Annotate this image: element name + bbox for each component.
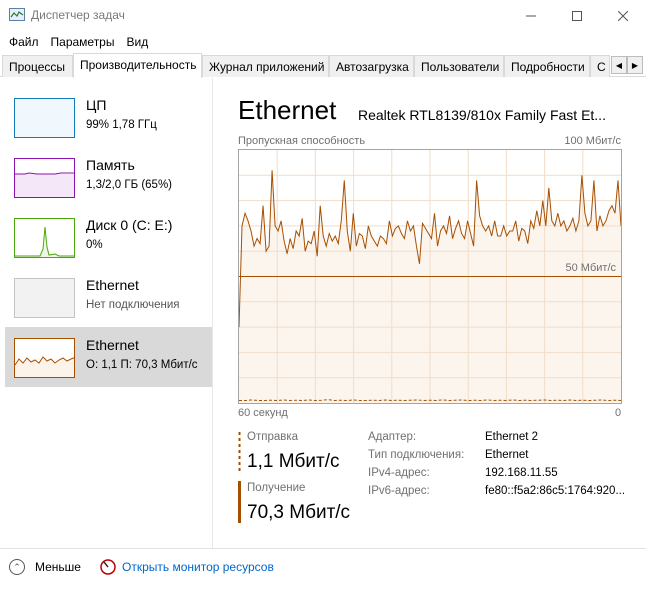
- tab-details[interactable]: Подробности: [504, 55, 590, 77]
- ethernet-sparkline: [15, 356, 74, 377]
- tab-app-history[interactable]: Журнал приложений: [202, 55, 329, 77]
- receive-indicator: [238, 481, 241, 523]
- sidebar-item-detail: 99% 1,78 ГГц: [86, 119, 157, 131]
- sidebar-item-detail: 0%: [86, 239, 103, 251]
- open-resource-monitor-link[interactable]: Открыть монитор ресурсов: [100, 559, 274, 575]
- disk-sparkline: [15, 226, 74, 257]
- send-indicator: [238, 432, 241, 472]
- menu-view[interactable]: Вид: [120, 35, 154, 49]
- fewer-details-label: Меньше: [35, 560, 81, 574]
- tab-processes[interactable]: Процессы: [2, 55, 73, 77]
- tab-users[interactable]: Пользователи: [414, 55, 504, 77]
- memory-sparkline: [15, 172, 74, 197]
- sidebar-item-ethernet-active[interactable]: Ethernet О: 1,1 П: 70,3 Мбит/с: [5, 327, 212, 387]
- graph-title: Пропускная способность: [238, 135, 366, 147]
- menu-bar: Файл Параметры Вид: [0, 31, 646, 53]
- ethernet-thumbnail: [14, 338, 75, 378]
- tab-scroll-right-button[interactable]: ▶: [627, 56, 643, 74]
- sidebar-item-ethernet-disconnected[interactable]: Ethernet Нет подключения: [5, 267, 212, 327]
- sidebar-item-name: Диск 0 (C: E:): [86, 217, 173, 233]
- sidebar-item-disk[interactable]: Диск 0 (C: E:) 0%: [5, 207, 212, 267]
- open-resource-monitor-label: Открыть монитор ресурсов: [122, 560, 274, 574]
- minimize-button[interactable]: [508, 0, 554, 31]
- connection-type-label: Тип подключения:: [368, 449, 465, 461]
- chevron-up-circle-icon: ⌃: [9, 559, 25, 575]
- throughput-chart: [238, 150, 622, 403]
- close-icon: [618, 10, 628, 21]
- maximize-button[interactable]: [554, 0, 600, 31]
- graph-max-label: 100 Мбит/с: [564, 135, 621, 147]
- adapter-value: Ethernet 2: [485, 431, 539, 443]
- receive-label: Получение: [247, 482, 306, 494]
- send-label: Отправка: [247, 431, 299, 443]
- adapter-name: Realtek RTL8139/810x Family Fast Et...: [358, 107, 606, 123]
- menu-options[interactable]: Параметры: [45, 35, 121, 49]
- ethernet-thumbnail: [14, 278, 75, 318]
- minimize-icon: [526, 15, 536, 16]
- close-button[interactable]: [600, 0, 646, 31]
- throughput-graph: 50 Мбит/с: [238, 149, 622, 404]
- graph-time-right: 0: [615, 407, 622, 419]
- memory-thumbnail: [14, 158, 75, 198]
- graph-mid-label: 50 Мбит/с: [565, 262, 617, 274]
- window-title: Диспетчер задач: [31, 8, 125, 22]
- tab-services[interactable]: С: [590, 55, 610, 77]
- disk-thumbnail: [14, 218, 75, 258]
- resource-sidebar: ЦП 99% 1,78 ГГц Память 1,3/2,0 ГБ (65%) …: [0, 78, 213, 548]
- tab-performance[interactable]: Производительность: [73, 53, 202, 78]
- sidebar-item-name: Ethernet: [86, 337, 139, 353]
- fewer-details-button[interactable]: ⌃ Меньше: [9, 559, 81, 575]
- title-bar[interactable]: Диспетчер задач: [0, 0, 646, 31]
- cpu-thumbnail: [14, 98, 75, 138]
- menu-file[interactable]: Файл: [3, 35, 45, 49]
- ipv6-value: fe80::f5a2:86c5:1764:920...: [485, 485, 625, 497]
- page-title: Ethernet: [238, 95, 337, 125]
- tab-scroll-left-button[interactable]: ◀: [611, 56, 627, 74]
- sidebar-item-cpu[interactable]: ЦП 99% 1,78 ГГц: [5, 87, 212, 147]
- send-value: 1,1 Мбит/с: [247, 451, 340, 472]
- chevron-right-icon: ▶: [631, 60, 639, 70]
- ipv4-label: IPv4-адрес:: [368, 467, 430, 479]
- maximize-icon: [572, 10, 582, 21]
- sidebar-item-name: Ethernet: [86, 277, 139, 293]
- sidebar-item-name: ЦП: [86, 97, 107, 113]
- sidebar-item-name: Память: [86, 157, 135, 173]
- footer-bar: ⌃ Меньше Открыть монитор ресурсов: [0, 548, 646, 593]
- sidebar-item-detail: Нет подключения: [86, 299, 180, 311]
- task-manager-icon: [9, 8, 25, 21]
- tab-strip: Процессы Производительность Журнал прило…: [0, 53, 646, 78]
- ipv6-label: IPv6-адрес:: [368, 485, 430, 497]
- sidebar-item-memory[interactable]: Память 1,3/2,0 ГБ (65%): [5, 147, 212, 207]
- sidebar-item-detail: О: 1,1 П: 70,3 Мбит/с: [86, 359, 198, 371]
- sidebar-item-detail: 1,3/2,0 ГБ (65%): [86, 179, 173, 191]
- adapter-label: Адаптер:: [368, 431, 417, 443]
- chevron-left-icon: ◀: [615, 60, 623, 70]
- resource-monitor-icon: [100, 559, 116, 575]
- tab-startup[interactable]: Автозагрузка: [329, 55, 414, 77]
- connection-type-value: Ethernet: [485, 449, 529, 461]
- receive-value: 70,3 Мбит/с: [247, 502, 351, 523]
- graph-time-left: 60 секунд: [238, 407, 288, 419]
- ipv4-value: 192.168.11.55: [485, 467, 558, 479]
